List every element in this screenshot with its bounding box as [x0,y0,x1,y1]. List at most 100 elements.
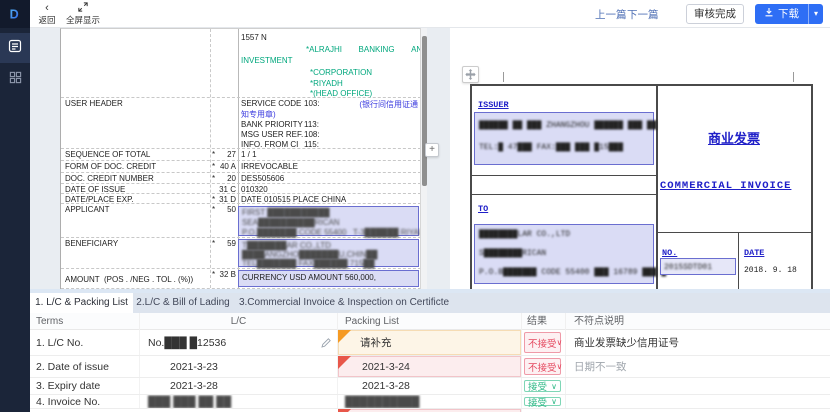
amount-highlight-field[interactable]: CURRENCY USD AMOUNT 560,000, [238,270,419,287]
review-complete-button[interactable]: 审核完成 [686,4,744,24]
move-handle[interactable] [462,66,479,83]
term-cell: 1. L/C No. [30,330,140,355]
invoice-title-cn: 商业发票 [656,128,812,147]
table-border [470,84,812,86]
zoom-in-button[interactable]: + [425,143,439,157]
discrepancy-note-cell [566,395,830,408]
swift-row-beneficiary: BENEFICIARY * 59 T███████AR CO.,LTD ████… [61,238,420,269]
fullscreen-button[interactable]: 全屏显示 [66,2,100,26]
result-select[interactable]: 不接受∨ [524,358,561,375]
swift-bank-line: *(HEAD OFFICE) [310,89,372,98]
scrollbar-thumb[interactable] [422,36,427,186]
table-border [470,194,657,195]
table-row: 3. Expiry date 2021-3-28 2021-3-28 接受∨ [30,378,830,395]
chevron-down-icon: ∨ [551,397,557,406]
applicant-highlight-field[interactable]: FIRST ███████████ SEA██████████RICAN P.O… [238,206,419,236]
packing-value-cell: 2021-3-28 [338,378,522,394]
download-dropdown-button[interactable]: ▾ [808,4,823,24]
table-border [656,232,812,233]
beneficiary-highlight-field[interactable]: T███████AR CO.,LTD ████ANGZHO███████U,CH… [238,239,419,267]
table-row: 4. Invoice No. ███ ███ ██ ██ ██████████ … [30,395,830,409]
table-border [470,175,657,176]
to-highlight-field[interactable]: ████████LAR CO.,LTD S████████RICAN P.O.B… [474,224,654,284]
download-button[interactable]: 下载 [755,4,808,24]
header-result: 结果 [522,313,566,330]
swift-bank-name: *ALRAJHIBANKINGAND [306,45,420,54]
lc-value-cell: 2021-3-23 [140,356,338,377]
sidebar-item-apps[interactable] [0,68,30,92]
discrepancy-note-cell [566,378,830,394]
discrepancy-corner-flag[interactable] [338,356,351,369]
bank-seal-note: (银行间信用证通 [359,99,418,110]
to-label: TO [478,204,488,214]
table-border [656,84,658,293]
table-border [470,84,472,293]
term-cell: 2. Date of issue [30,356,140,377]
swift-row: DOC. CREDIT NUMBER * 20 DES505606 [61,173,420,184]
field-label: USER HEADER [65,99,123,108]
result-select[interactable]: 不接受∨ [524,332,561,353]
term-cell: 4. Invoice No. [30,395,140,408]
discrepancy-corner-flag[interactable] [338,330,351,343]
app-logo[interactable]: D [0,0,30,28]
lc-value-cell: 2021-3-28 [140,378,338,394]
invoice-no-highlight-field[interactable]: 2015SDTD01 [660,258,736,275]
invoice-date-value: 2018. 9. 18 [744,266,797,275]
header-discrepancy-note: 不符点说明 [566,313,830,330]
result-cell: 接受∨ [522,378,566,394]
result-select[interactable]: 接受∨ [524,397,561,406]
table-border [738,232,739,293]
sidebar: D [0,0,30,412]
sidebar-item-documents[interactable] [0,33,30,63]
tab-commercial-invoice-inspection[interactable]: 3.Commercial Invoice & Inspection on Cer… [233,293,455,313]
swift-lc-document-panel: 1557 N *ALRAJHIBANKINGAND INVESTMENT *CO… [60,28,420,293]
swift-bank-line: *CORPORATION [310,68,372,77]
review-section: 1. L/C & Packing List 2.L/C & Bill of La… [30,293,830,412]
packing-value-cell: 请补充 [338,330,522,355]
swift-panel-scrollbar [420,28,427,293]
back-chevron-icon: ‹ [30,2,64,14]
issuer-label: ISSUER [478,100,509,110]
swift-msg-type: 1557 N [241,33,267,42]
next-doc-link[interactable]: 下一篇 [627,7,659,22]
result-cell: 不接受∨ [522,330,566,355]
discrepancy-note-cell: 日期不一致 [566,356,830,377]
grid-icon [9,71,22,89]
prev-doc-link[interactable]: 上一篇 [595,7,627,22]
document-workspace: 1557 N *ALRAJHIBANKINGAND INVESTMENT *CO… [30,28,830,293]
table-border [811,84,813,293]
download-label: 下载 [778,4,799,24]
column-tick [503,72,504,82]
topbar: ‹ 返回 全屏显示 上一篇 下一篇 审核完成 下载 ▾ [30,0,830,28]
logo-d-icon: D [6,5,24,23]
fullscreen-expand-icon [66,2,100,14]
edit-pencil-icon[interactable] [321,338,331,351]
svg-text:D: D [10,8,19,22]
caret-down-icon: ▾ [814,9,818,18]
chevron-down-icon: ∨ [557,362,563,371]
swift-row: FORM OF DOC. CREDIT * 40 A IRREVOCABLE [61,161,420,173]
result-select[interactable]: 接受∨ [524,380,561,392]
table-row: 2. Date of issue 2021-3-23 2021-3-24 不接受… [30,356,830,378]
chevron-down-icon: ∨ [557,338,563,347]
tab-lc-packing-list[interactable]: 1. L/C & Packing List [30,293,133,313]
document-form-icon [8,39,22,58]
lc-value-cell: No.███ █12536 [140,330,338,355]
result-cell: 不接受∨ [522,356,566,377]
move-arrows-icon [465,69,476,80]
column-tick [793,72,794,82]
back-button[interactable]: ‹ 返回 [30,2,64,26]
swift-bank-line: *RIYADH [310,79,343,88]
swift-row-amount: AMOUNT (POS . /NEG . TOL . (%)) * 32 B C… [61,269,420,289]
header-packing-list: Packing List [338,313,522,330]
tab-lc-bill-of-lading[interactable]: 2.L/C & Bill of Lading [133,293,233,313]
review-tabbar: 1. L/C & Packing List 2.L/C & Bill of La… [30,293,830,313]
commercial-invoice-panel: ISSUER ██████ ██ ███ ZHANGZHOU ██████ ██… [450,28,830,293]
invoice-no-label: NO. [662,248,677,258]
plus-icon: + [429,144,435,155]
header-lc: L/C [140,313,338,330]
invoice-date-label: DATE [744,248,764,258]
table-header-row: Terms L/C Packing List 结果 不符点说明 [30,313,830,330]
swift-row: DATE/PLACE EXP. * 31 D DATE 010515 PLACE… [61,194,420,204]
issuer-highlight-field[interactable]: ██████ ██ ███ ZHANGZHOU ██████ ███ ██ TE… [474,112,654,165]
